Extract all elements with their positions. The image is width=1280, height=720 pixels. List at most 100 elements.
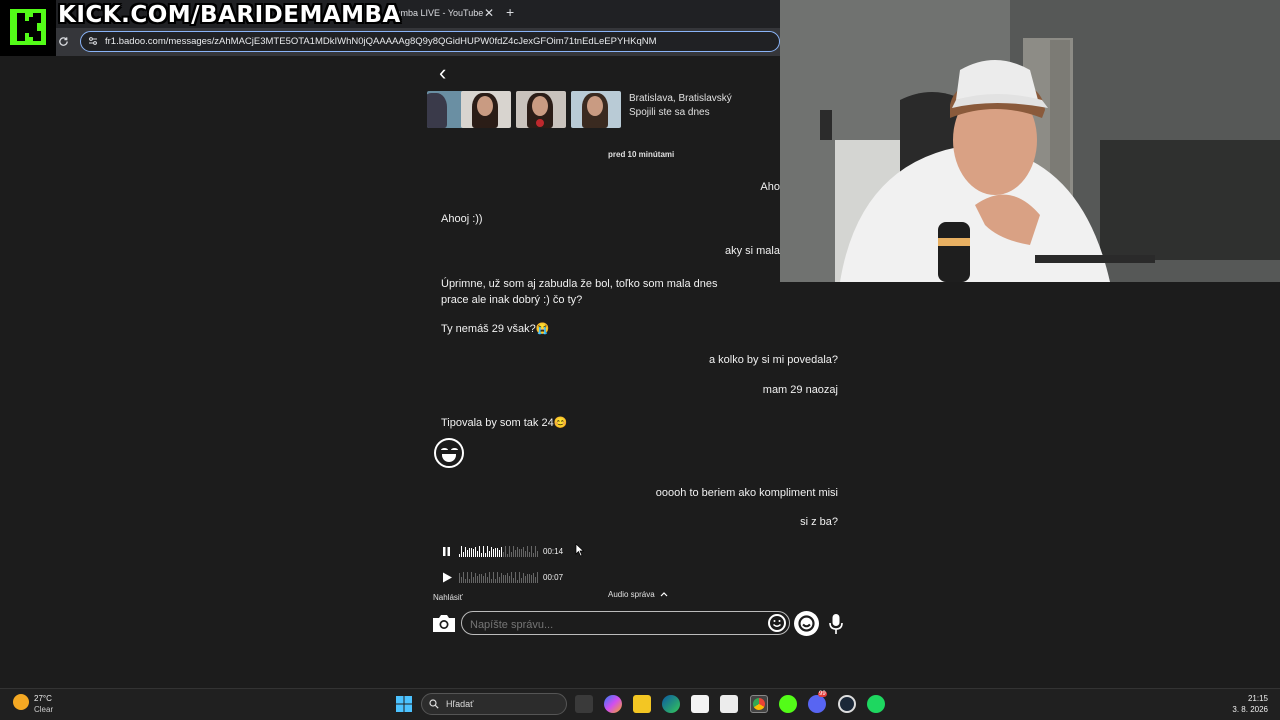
waveform-bar	[485, 553, 486, 557]
waveform-bar	[461, 546, 462, 557]
waveform-bar	[521, 578, 522, 583]
profile-photo[interactable]	[461, 91, 511, 128]
waveform-bar	[533, 553, 534, 557]
copilot-icon[interactable]	[604, 695, 622, 713]
audio-duration: 00:14	[543, 547, 564, 556]
camera-icon[interactable]	[431, 613, 457, 633]
waveform-bar	[529, 574, 530, 583]
waveform-bar	[503, 575, 504, 583]
waveform-bar	[479, 546, 480, 557]
waveform-bar	[489, 572, 490, 583]
discord-icon[interactable]: 99	[808, 691, 827, 713]
weather-description[interactable]: Clear	[34, 705, 53, 714]
kick-icon[interactable]	[779, 695, 797, 713]
message-received: Úprimne, už som aj zabudla že bol, toľko…	[441, 278, 718, 306]
message-input[interactable]	[461, 611, 790, 635]
waveform-bar	[481, 553, 482, 557]
audio-duration: 00:07	[543, 573, 564, 582]
task-view-icon[interactable]	[575, 695, 593, 713]
edge-icon[interactable]	[662, 695, 680, 713]
kick-k-icon	[10, 9, 46, 45]
grinning-emoji-icon	[434, 438, 464, 468]
file-explorer-icon[interactable]	[633, 695, 651, 713]
play-icon[interactable]	[442, 572, 453, 583]
waveform-bar	[469, 579, 470, 583]
waveform-bar	[521, 549, 522, 557]
waveform-bar	[525, 576, 526, 583]
waveform-bar	[479, 574, 480, 583]
waveform-bar	[477, 576, 478, 583]
outlook-icon[interactable]	[720, 695, 738, 713]
waveform-bar	[505, 546, 506, 557]
back-chevron-icon[interactable]: ‹	[439, 60, 446, 86]
waveform-bar	[497, 548, 498, 557]
microphone-icon[interactable]	[828, 613, 844, 635]
message-sent: a kolko by si mi povedala?	[708, 354, 838, 366]
waveform-bar	[467, 550, 468, 557]
tab-title[interactable]: mamba LIVE - YouTube	[388, 8, 483, 18]
send-gift-button[interactable]	[794, 611, 819, 636]
waveform-bar	[471, 572, 472, 583]
taskbar-search-box[interactable]	[421, 693, 567, 715]
clock-time[interactable]: 21:15	[1236, 694, 1268, 703]
waveform-bar	[527, 546, 528, 557]
reload-icon[interactable]	[58, 36, 69, 47]
waveform-bar	[513, 578, 514, 583]
taskbar-search-label: Hľadať	[446, 699, 474, 709]
waveform-bar	[495, 579, 496, 583]
waveform-bar	[531, 575, 532, 583]
audio-message-toggle[interactable]: Audio správa	[608, 590, 668, 599]
waveform-bar	[485, 573, 486, 583]
profile-photo[interactable]	[516, 91, 566, 128]
steam-icon[interactable]	[838, 695, 856, 713]
new-tab-button[interactable]: +	[506, 4, 514, 20]
waveform-bar	[493, 572, 494, 583]
waveform-bar	[467, 572, 468, 583]
spotify-icon[interactable]	[867, 695, 885, 713]
waveform-bar	[531, 546, 532, 557]
waveform-bar	[515, 550, 516, 557]
waveform-bar	[537, 551, 538, 557]
audio-message-label: Audio správa	[608, 590, 655, 599]
chevron-up-icon	[660, 592, 668, 597]
waveform-bar	[525, 551, 526, 557]
match-connected-text: Spojili ste sa dnes	[629, 107, 710, 118]
waveform-bar	[535, 546, 536, 557]
waveform-bar	[481, 574, 482, 583]
chrome-icon[interactable]	[750, 695, 768, 713]
site-settings-icon[interactable]	[88, 36, 98, 46]
weather-moon-icon[interactable]	[13, 694, 29, 710]
waveform-bar	[463, 572, 464, 583]
waveform-bar	[523, 573, 524, 583]
waveform-bar	[495, 548, 496, 557]
waveform-bar	[491, 579, 492, 583]
waveform-bar	[459, 554, 460, 557]
webcam-feed	[780, 0, 1280, 282]
waveform-bar	[517, 580, 518, 583]
emoji-picker-icon[interactable]	[768, 614, 786, 632]
waveform-bar	[505, 575, 506, 583]
waveform-bar	[517, 547, 518, 557]
tab-close-icon[interactable]: ✕	[484, 6, 494, 20]
audio-waveform[interactable]	[459, 571, 538, 583]
windows-start-icon[interactable]	[396, 696, 412, 712]
audio-waveform[interactable]	[459, 545, 538, 557]
waveform-bar	[497, 572, 498, 583]
waveform-bar	[475, 547, 476, 557]
weather-temperature[interactable]: 27°C	[34, 694, 52, 703]
waveform-bar	[461, 577, 462, 583]
waveform-bar	[491, 547, 492, 557]
store-icon[interactable]	[691, 695, 709, 713]
waveform-bar	[519, 549, 520, 557]
waveform-bar	[469, 548, 470, 557]
webcam-image	[780, 0, 1280, 282]
profile-photo[interactable]	[571, 91, 621, 128]
url-field[interactable]: fr1.badoo.com/messages/zAhMACjE3MTE5OTA1…	[80, 31, 780, 52]
message-sent: ooooh to beriem ako kompliment misi	[655, 487, 838, 499]
waveform-bar	[513, 546, 514, 557]
pause-icon[interactable]	[442, 546, 452, 557]
message-received: Tipovala by som tak 24😊	[441, 417, 568, 429]
discord-badge: 99	[818, 691, 827, 697]
report-link[interactable]: Nahlásiť	[433, 593, 463, 602]
clock-date[interactable]: 3. 8. 2026	[1226, 705, 1268, 714]
